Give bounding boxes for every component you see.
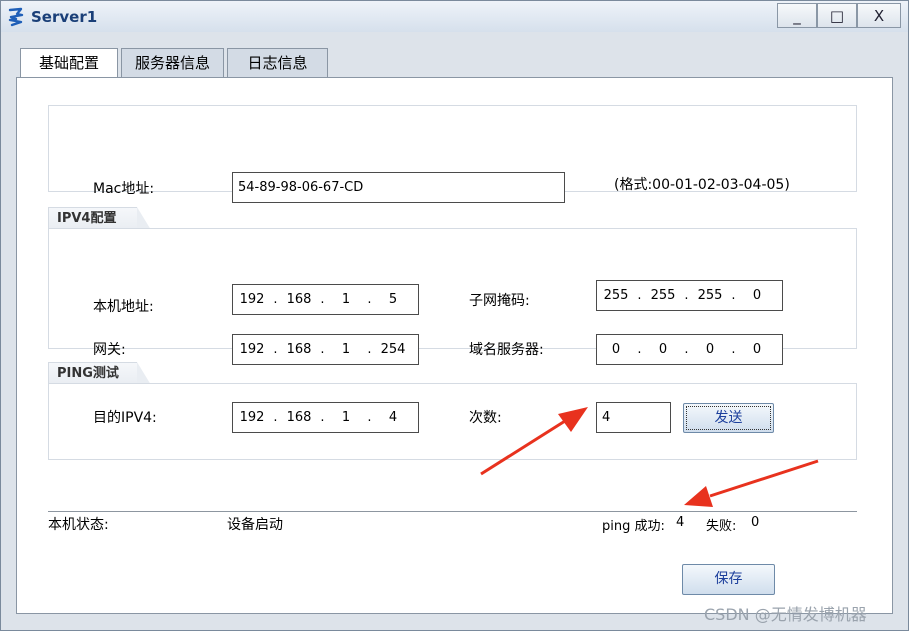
ip-octet: 255 bbox=[650, 288, 676, 303]
save-button[interactable]: 保存 bbox=[682, 564, 775, 595]
ip-octet: 0 bbox=[658, 342, 668, 357]
mac-label: Mac地址: bbox=[93, 181, 155, 197]
csdn-watermark: CSDN @无情发博机器 bbox=[704, 605, 867, 624]
gateway-label: 网关: bbox=[93, 342, 126, 358]
ip-octet: 168 bbox=[286, 292, 312, 307]
server-app-icon bbox=[8, 7, 24, 27]
title-bar[interactable]: Server1 _ □ X bbox=[1, 1, 908, 32]
ip-octet: 0 bbox=[705, 342, 715, 357]
device-status-label: 本机状态: bbox=[48, 517, 109, 533]
client-area: 基础配置 服务器信息 日志信息 Mac地址: 54-89-98-06-67-CD… bbox=[16, 38, 893, 614]
mac-format-hint: (格式:00-01-02-03-04-05) bbox=[614, 177, 790, 193]
basic-config-panel: Mac地址: 54-89-98-06-67-CD (格式:00-01-02-03… bbox=[16, 77, 893, 614]
ip-octet: 0 bbox=[611, 342, 621, 357]
ip-octet: 254 bbox=[380, 342, 406, 357]
maximize-button[interactable]: □ bbox=[817, 3, 857, 28]
ping-count-input[interactable]: 4 bbox=[596, 402, 671, 433]
ip-octet: 192 bbox=[239, 410, 265, 425]
ip-octet: 255 bbox=[697, 288, 723, 303]
ip-octet: 4 bbox=[388, 410, 398, 425]
ping-target-input[interactable]: 192. 168. 1. 4 bbox=[232, 402, 419, 433]
local-address-input[interactable]: 192. 168. 1. 5 bbox=[232, 284, 419, 315]
subnet-mask-input[interactable]: 255. 255. 255. 0 bbox=[596, 280, 783, 311]
minimize-button[interactable]: _ bbox=[777, 3, 817, 28]
dns-server-label: 域名服务器: bbox=[469, 342, 544, 358]
ip-octet: 168 bbox=[286, 342, 312, 357]
dns-server-input[interactable]: 0.0.0.0 bbox=[596, 334, 783, 365]
server-window: Server1 _ □ X 基础配置 服务器信息 日志信息 Mac地址: 54-… bbox=[0, 0, 909, 631]
gateway-input[interactable]: 192. 168. 1. 254 bbox=[232, 334, 419, 365]
ip-octet: 1 bbox=[341, 292, 351, 307]
ping-group-title: PING测试 bbox=[48, 362, 151, 385]
window-title: Server1 bbox=[31, 8, 98, 26]
ping-success-count: 4 bbox=[676, 515, 685, 530]
ip-octet: 1 bbox=[341, 410, 351, 425]
ping-success-label: ping 成功: bbox=[602, 519, 665, 534]
mac-input[interactable]: 54-89-98-06-67-CD bbox=[232, 172, 565, 203]
ping-target-label: 目的IPV4: bbox=[93, 410, 157, 426]
subnet-mask-label: 子网掩码: bbox=[469, 293, 530, 309]
ipv4-group-title: IPV4配置 bbox=[48, 207, 151, 230]
ip-octet: 255 bbox=[603, 288, 629, 303]
close-button[interactable]: X bbox=[857, 3, 901, 28]
ip-octet: 5 bbox=[388, 292, 398, 307]
device-status-value: 设备启动 bbox=[227, 517, 283, 533]
tab-server-info[interactable]: 服务器信息 bbox=[121, 48, 224, 77]
ip-octet: 1 bbox=[341, 342, 351, 357]
ip-octet: 0 bbox=[752, 288, 762, 303]
status-divider bbox=[48, 511, 857, 512]
ip-octet: 192 bbox=[239, 342, 265, 357]
tab-log-info[interactable]: 日志信息 bbox=[227, 48, 328, 77]
ping-count-label: 次数: bbox=[469, 410, 502, 426]
tab-basic-config[interactable]: 基础配置 bbox=[20, 48, 118, 79]
ip-octet: 168 bbox=[286, 410, 312, 425]
ping-fail-label: 失败: bbox=[706, 519, 737, 534]
ping-fail-count: 0 bbox=[751, 515, 760, 530]
local-address-label: 本机地址: bbox=[93, 299, 154, 315]
send-button[interactable]: 发送 bbox=[683, 403, 774, 433]
ip-octet: 192 bbox=[239, 292, 265, 307]
ip-octet: 0 bbox=[752, 342, 762, 357]
